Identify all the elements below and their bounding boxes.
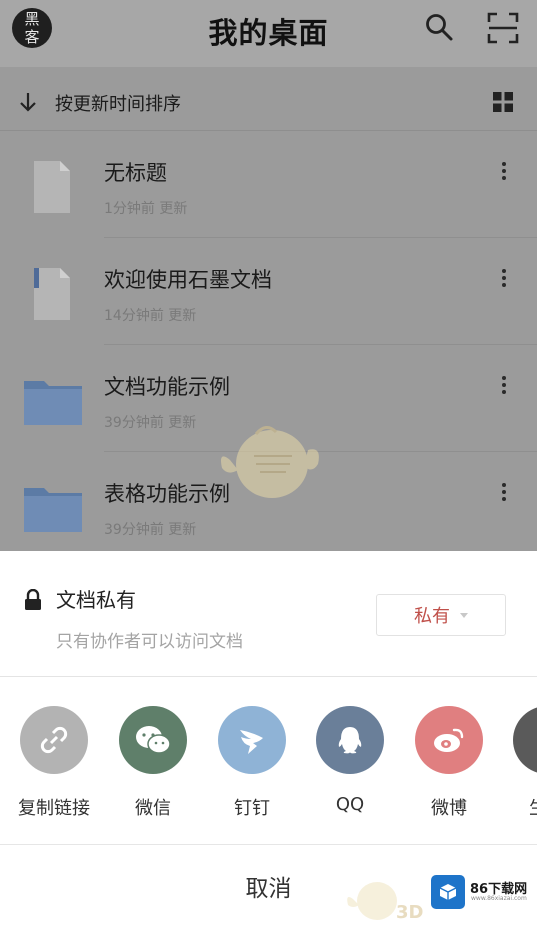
- share-generate[interactable]: 生成: [497, 706, 537, 820]
- file-row[interactable]: 无标题 1分钟前 更新: [0, 131, 537, 238]
- file-name: 文档功能示例: [104, 375, 230, 399]
- sort-label: 按更新时间排序: [55, 94, 181, 115]
- arrow-down-icon: [18, 91, 38, 113]
- privacy-title: 文档私有: [56, 588, 136, 612]
- generate-icon: [513, 706, 537, 774]
- privacy-description: 只有协作者可以访问文档: [56, 632, 243, 652]
- file-name: 表格功能示例: [104, 482, 230, 506]
- page-title: 我的桌面: [208, 16, 329, 50]
- site-logo-icon: [431, 875, 465, 909]
- file-name: 欢迎使用石墨文档: [104, 268, 272, 292]
- lock-icon: [24, 588, 42, 611]
- privacy-section: 文档私有 只有协作者可以访问文档 私有: [0, 551, 537, 677]
- share-wechat[interactable]: 微信: [103, 706, 203, 820]
- grid-view-icon[interactable]: [492, 91, 514, 113]
- share-sheet: 文档私有 只有协作者可以访问文档 私有 复制链接 微信 钉钉 QQ 微博 取消: [0, 551, 537, 927]
- top-bar: 黑客 我的桌面: [0, 0, 537, 67]
- folder-icon: [24, 484, 82, 536]
- privacy-select-value: 私有: [414, 606, 450, 627]
- more-options-icon[interactable]: [494, 480, 514, 504]
- more-options-icon[interactable]: [494, 373, 514, 397]
- link-icon: [20, 706, 88, 774]
- privacy-select[interactable]: 私有: [376, 594, 506, 636]
- more-options-icon[interactable]: [494, 159, 514, 183]
- wechat-icon: [119, 706, 187, 774]
- weibo-icon: [415, 706, 483, 774]
- file-meta: 39分钟前 更新: [104, 415, 197, 431]
- file-meta: 1分钟前 更新: [104, 201, 188, 217]
- share-qq[interactable]: QQ: [300, 706, 400, 815]
- share-label: 生成: [497, 794, 537, 820]
- watermark-3d-text: 3D: [396, 902, 424, 923]
- file-meta: 39分钟前 更新: [104, 522, 197, 538]
- caret-down-icon: [460, 612, 468, 618]
- share-weibo[interactable]: 微博: [399, 706, 499, 820]
- search-icon[interactable]: [424, 12, 454, 42]
- share-label: 复制链接: [18, 798, 90, 819]
- document-icon: [24, 161, 74, 217]
- share-label: 钉钉: [234, 798, 270, 819]
- share-label: QQ: [335, 794, 365, 815]
- share-options: 复制链接 微信 钉钉 QQ 微博: [0, 677, 537, 845]
- sort-bar[interactable]: 按更新时间排序: [0, 71, 537, 131]
- folder-icon: [24, 377, 82, 429]
- dingtalk-icon: [218, 706, 286, 774]
- share-copy-link[interactable]: 复制链接: [4, 706, 104, 820]
- site-watermark-url: www.86xiazai.com: [471, 895, 527, 902]
- mascot-watermark-icon: [216, 420, 322, 508]
- file-row[interactable]: 欢迎使用石墨文档 14分钟前 更新: [0, 238, 537, 345]
- document-icon: [24, 268, 74, 324]
- share-dingtalk[interactable]: 钉钉: [202, 706, 302, 820]
- file-name: 无标题: [104, 161, 167, 185]
- qq-icon: [316, 706, 384, 774]
- share-label: 微博: [431, 798, 467, 819]
- file-meta: 14分钟前 更新: [104, 308, 197, 324]
- scan-icon[interactable]: [487, 12, 519, 44]
- share-label: 微信: [135, 798, 171, 819]
- more-options-icon[interactable]: [494, 266, 514, 290]
